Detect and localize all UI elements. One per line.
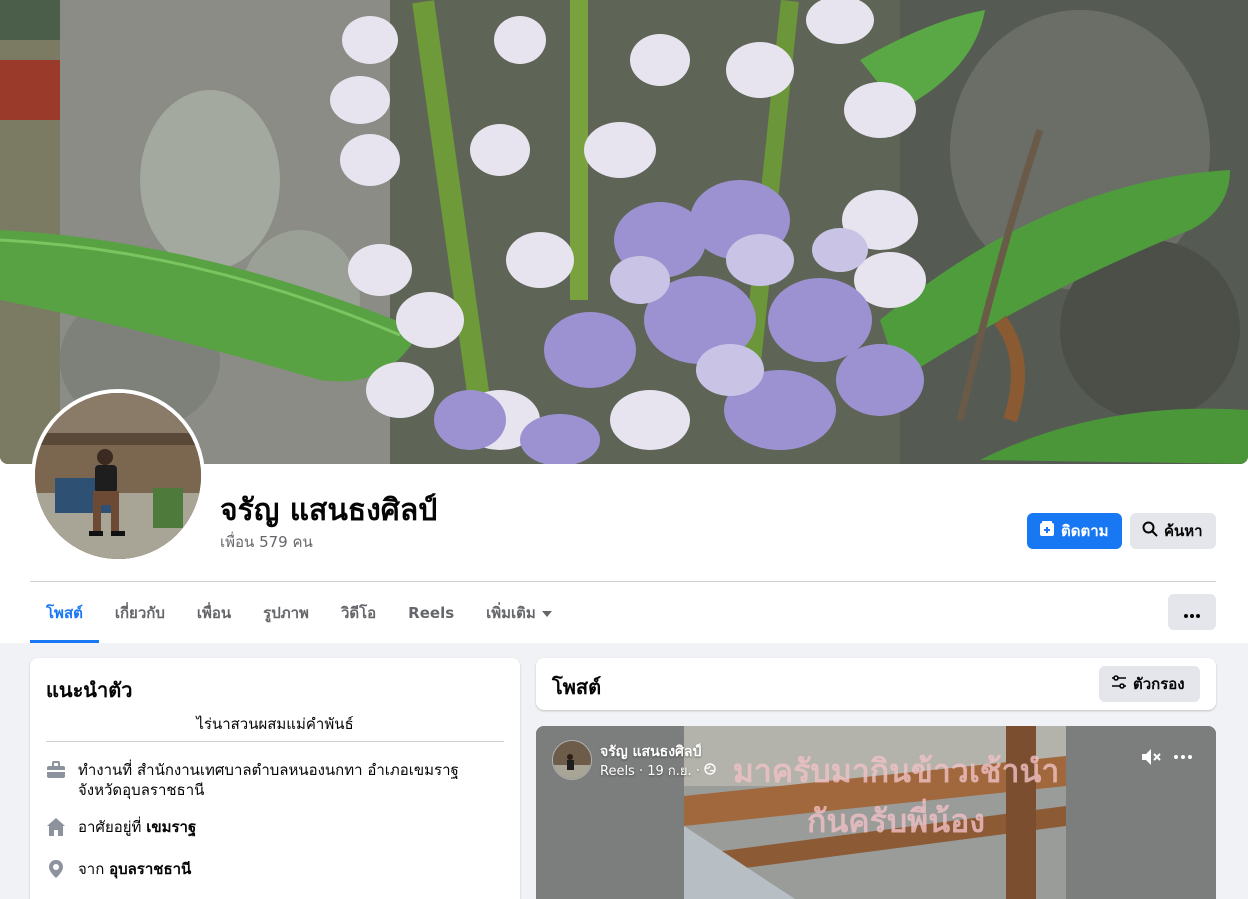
tab-photos[interactable]: รูปภาพ — [247, 584, 325, 642]
posts-title: โพสต์ — [552, 675, 602, 699]
from-prefix: จาก — [78, 860, 105, 878]
intro-card: แนะนำตัว ไร่นาสวนผสมแม่คำพันธ์ ทำงานที่ … — [30, 658, 520, 899]
lives-prefix: อาศัยอยู่ที่ — [78, 818, 142, 836]
cover-photo[interactable] — [0, 0, 1248, 464]
avatar-photo — [35, 393, 201, 559]
intro-lives-text: อาศัยอยู่ที่ เขมราฐ — [78, 817, 196, 837]
reel-post[interactable]: มาครับมากินข้าวเช้านำกันครับพี่น้อง จรัญ… — [536, 726, 1216, 899]
tab-label: Reels — [408, 604, 455, 622]
profile-tabs: โพสต์ เกี่ยวกับ เพื่อน รูปภาพ วิดีโอ Ree… — [30, 584, 568, 643]
profile-header: จรัญ แสนธงศิลป์ เพื่อน 579 คน ติดตาม ค้น… — [0, 0, 1248, 643]
profile-name: จรัญ แสนธงศิลป์ — [220, 493, 438, 528]
intro-work: ทำงานที่ สำนักงานเทศบาลตำบลหนองนกทา อำเภ… — [46, 760, 504, 800]
speaker-muted-icon[interactable] — [1140, 746, 1162, 768]
follow-label: ติดตาม — [1061, 522, 1109, 540]
posts-header-card: โพสต์ ตัวกรอง — [536, 658, 1216, 710]
more-dots-icon[interactable] — [1172, 746, 1194, 768]
filter-button[interactable]: ตัวกรอง — [1099, 666, 1200, 702]
friends-unit: คน — [292, 533, 313, 551]
intro-title: แนะนำตัว — [46, 678, 133, 702]
search-label: ค้นหา — [1164, 522, 1203, 540]
reel-caption: มาครับมากินข้าวเช้านำกันครับพี่น้อง — [732, 752, 1060, 840]
from-place[interactable]: อุบลราชธานี — [109, 860, 191, 878]
work-place[interactable]: สำนักงานเทศบาลตำบลหนองนกทา อำเภอเขมราฐ จ… — [78, 761, 459, 799]
public-globe-icon — [704, 762, 716, 779]
reel-meta: Reels · 19 ก.ย. · — [600, 760, 716, 781]
intro-bio: ไร่นาสวนผสมแม่คำพันธ์ — [196, 715, 354, 733]
tab-more[interactable]: เพิ่มเติม — [470, 584, 568, 642]
more-dots-icon — [1184, 603, 1200, 622]
friends-count: 579 — [259, 533, 288, 551]
lives-place[interactable]: เขมราฐ — [146, 818, 196, 836]
profile-search-button[interactable]: ค้นหา — [1130, 513, 1216, 549]
tab-label: รูปภาพ — [263, 604, 309, 622]
filter-sliders-icon — [1111, 674, 1127, 694]
tab-reels[interactable]: Reels — [392, 584, 470, 642]
reel-author-avatar[interactable] — [552, 740, 592, 780]
intro-from: จาก อุบลราชธานี — [46, 859, 504, 879]
tab-label: โพสต์ — [46, 604, 83, 622]
briefcase-icon — [46, 760, 66, 780]
profile-avatar[interactable] — [31, 389, 205, 563]
tab-label: เพื่อน — [196, 604, 232, 622]
tab-videos[interactable]: วิดีโอ — [325, 584, 392, 642]
intro-work-text: ทำงานที่ สำนักงานเทศบาลตำบลหนองนกทา อำเภ… — [78, 760, 504, 800]
caret-down-icon — [541, 604, 552, 622]
home-icon — [46, 817, 66, 837]
search-icon — [1142, 521, 1158, 541]
intro-lives-in: อาศัยอยู่ที่ เขมราฐ — [46, 817, 504, 837]
follow-plus-icon — [1039, 521, 1055, 541]
tab-posts[interactable]: โพสต์ — [30, 584, 99, 643]
work-prefix: ทำงานที่ — [78, 761, 133, 779]
tab-about[interactable]: เกี่ยวกับ — [99, 584, 181, 642]
location-pin-icon — [46, 859, 66, 879]
more-options-button[interactable] — [1168, 594, 1216, 630]
friends-count-text[interactable]: เพื่อน 579 คน — [220, 530, 313, 554]
follow-button[interactable]: ติดตาม — [1027, 513, 1122, 549]
tab-label: เกี่ยวกับ — [114, 604, 165, 622]
intro-divider — [46, 741, 504, 742]
intro-from-text: จาก อุบลราชธานี — [78, 859, 191, 879]
filter-label: ตัวกรอง — [1133, 675, 1185, 693]
friends-label: เพื่อน — [220, 533, 255, 551]
tab-label: เพิ่มเติม — [486, 604, 536, 622]
tab-label: วิดีโอ — [340, 604, 377, 622]
header-divider — [30, 581, 1216, 582]
tab-friends[interactable]: เพื่อน — [181, 584, 247, 642]
reel-meta-text: Reels · 19 ก.ย. · — [600, 764, 700, 779]
